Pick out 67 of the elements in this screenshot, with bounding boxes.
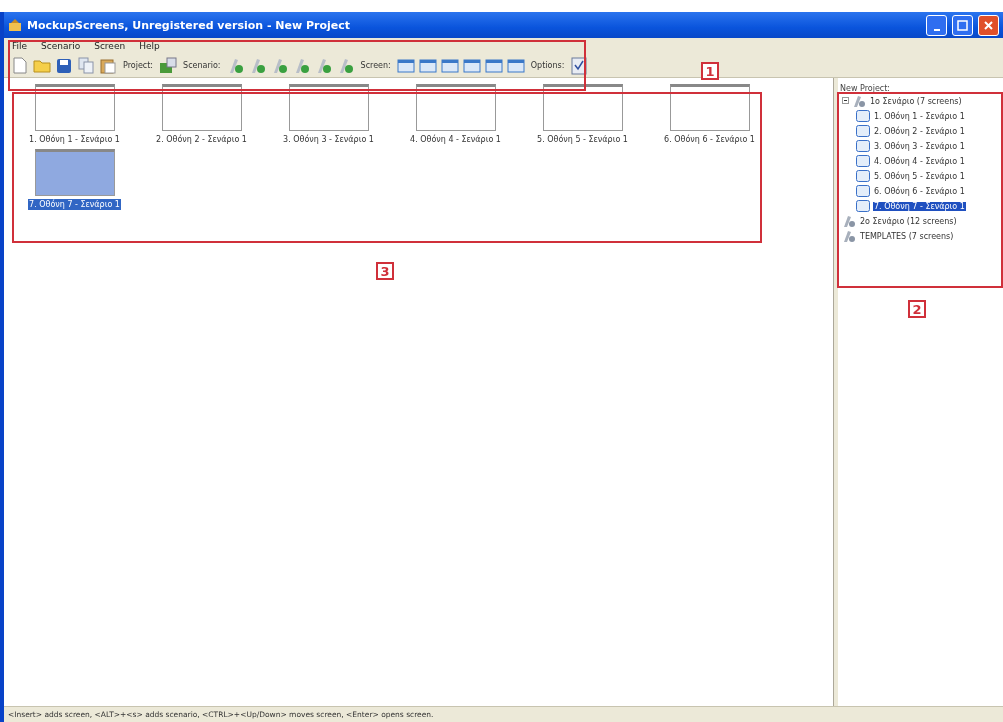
scenario-icon — [842, 229, 856, 243]
screen-thumbnail[interactable] — [34, 84, 115, 131]
scenario-icon — [852, 94, 866, 108]
window-icon — [462, 57, 481, 74]
app-icon — [8, 18, 22, 32]
window-icon — [418, 57, 437, 74]
maximize-icon — [957, 19, 968, 31]
window-title: MockupScreens, Unregistered version - New Project — [27, 18, 352, 32]
tree-item[interactable]: 1. Οθόνη 1 - Σενάριο 1 — [873, 111, 966, 121]
scenario-icon — [842, 214, 856, 228]
tree-item[interactable]: 6. Οθόνη 6 - Σενάριο 1 — [873, 186, 966, 196]
menu-item[interactable]: Help — [139, 41, 160, 51]
clipboard-icon — [100, 57, 116, 74]
annotation-number: 2 — [908, 300, 926, 318]
thumbnail-caption: 4. Οθόνη 4 - Σενάριο 1 — [409, 134, 502, 145]
tree-item[interactable]: 4. Οθόνη 4 - Σενάριο 1 — [873, 156, 966, 166]
tree-item[interactable]: 2. Οθόνη 2 - Σενάριο 1 — [873, 126, 966, 136]
menu-item[interactable]: Screen — [94, 41, 126, 51]
minimize-icon — [933, 28, 940, 31]
toolbar-label: Screen: — [360, 61, 391, 70]
window-icon — [484, 57, 503, 74]
window-icon — [856, 140, 870, 152]
screen-thumbnail[interactable] — [415, 84, 496, 131]
maximize-button[interactable] — [952, 14, 973, 36]
toolbar-label: Project: — [123, 61, 154, 70]
window-icon — [856, 155, 870, 167]
screen-thumbnail[interactable] — [669, 84, 750, 131]
annotation-number: 1 — [701, 62, 719, 80]
screen-thumbnail[interactable] — [542, 84, 623, 131]
annotation-number: 3 — [376, 262, 394, 280]
thumbnail-caption: 7. Οθόνη 7 - Σενάριο 1 — [28, 199, 121, 210]
tree-item[interactable]: 5. Οθόνη 5 - Σενάριο 1 — [873, 171, 966, 181]
window-icon — [856, 110, 870, 122]
thumbnail-caption: 1. Οθόνη 1 - Σενάριο 1 — [28, 134, 121, 145]
screen-thumbnail[interactable] — [34, 149, 115, 196]
window-icon — [440, 57, 459, 74]
toolbar-label: Scenario: — [183, 61, 221, 70]
copy-icon — [78, 57, 94, 74]
window-icon — [856, 200, 870, 212]
screen-thumbnail[interactable] — [161, 84, 242, 131]
close-button[interactable] — [978, 14, 999, 36]
thumbnail-caption: 6. Οθόνη 6 - Σενάριο 1 — [663, 134, 756, 145]
thumbnail-caption: 3. Οθόνη 3 - Σενάριο 1 — [282, 134, 375, 145]
thumbnail-caption: 2. Οθόνη 2 - Σενάριο 1 — [155, 134, 248, 145]
menu-item[interactable]: File — [12, 41, 28, 51]
close-icon — [983, 19, 994, 31]
tree-item[interactable]: 1ο Σενάριο (7 screens) — [869, 96, 963, 106]
toolbar-label: Options: — [530, 61, 565, 70]
minimize-button[interactable] — [926, 14, 947, 36]
tree-item[interactable]: 3. Οθόνη 3 - Σενάριο 1 — [873, 141, 966, 151]
toolbar-button[interactable] — [158, 55, 179, 76]
collapse-icon[interactable] — [842, 96, 849, 106]
tree-root: New Project: — [840, 84, 892, 93]
project-icon — [159, 57, 178, 74]
window-icon — [396, 57, 415, 74]
folder-icon — [33, 58, 51, 73]
thumbnail-caption: 5. Οθόνη 5 - Σενάριο 1 — [536, 134, 629, 145]
tree-item[interactable]: 7. Οθόνη 7 - Σενάριο 1 — [873, 201, 966, 211]
window-icon — [856, 170, 870, 182]
window-icon — [856, 185, 870, 197]
tree-item[interactable]: 2ο Σενάριο (12 screens) — [859, 216, 958, 226]
screen-thumbnail[interactable] — [288, 84, 369, 131]
tree-item[interactable]: TEMPLATES (7 screens) — [859, 231, 955, 241]
document-icon — [13, 57, 27, 74]
window-icon — [506, 57, 525, 74]
menu-item[interactable]: Scenario — [41, 41, 81, 51]
window-icon — [856, 125, 870, 137]
